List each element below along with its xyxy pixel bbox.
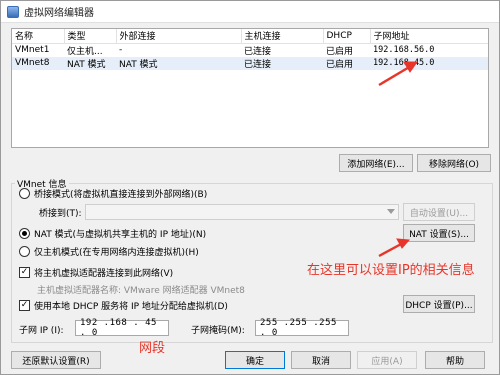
arrow-icon — [378, 61, 418, 87]
arrow-icon — [378, 238, 411, 258]
virtual-network-editor-window: 虚拟网络编辑器 名称 类型 外部连接 主机连接 DHCP 子网地址 VMnet1… — [0, 0, 500, 375]
annotation-arrows — [378, 61, 418, 258]
